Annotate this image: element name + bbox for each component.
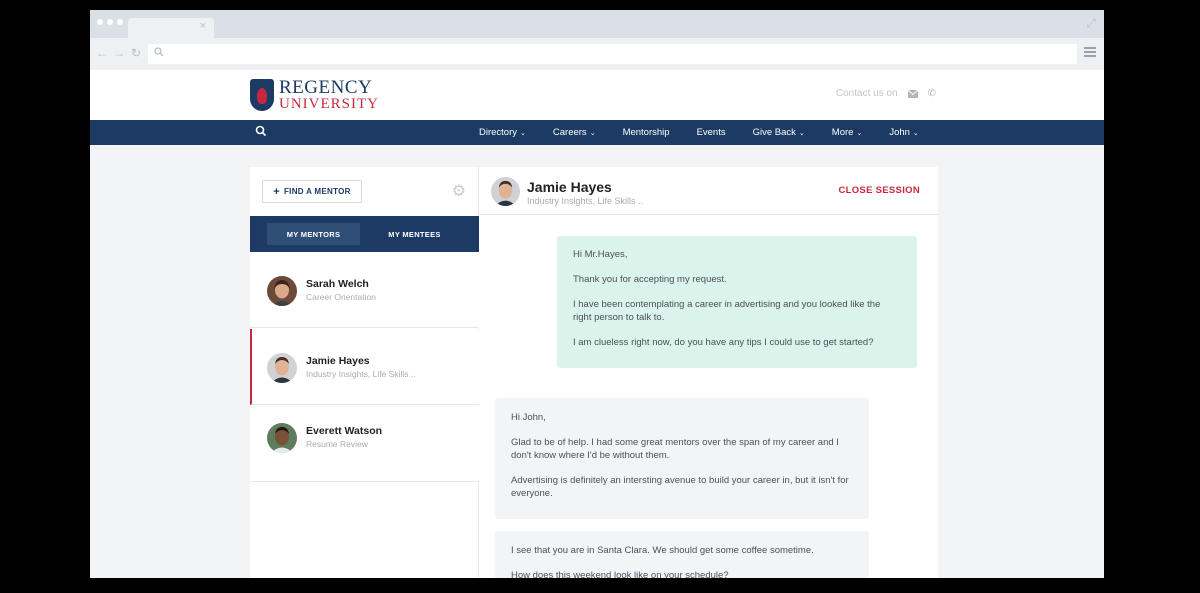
message-text: Advertising is definitely an intersting … (511, 475, 849, 499)
window-minimize-dot[interactable] (107, 19, 113, 25)
nav-item-user[interactable]: John ⌄ (889, 127, 918, 138)
nav-item-mentorship[interactable]: Mentorship (623, 127, 670, 138)
received-message-bubble: I see that you are in Santa Clara. We sh… (495, 531, 869, 578)
window-controls (97, 19, 123, 25)
message-text: I am clueless right now, do you have any… (573, 337, 874, 348)
tab-close-icon[interactable]: × (200, 20, 206, 32)
mentor-name: Everett Watson (306, 425, 383, 437)
message-text: Glad to be of help. I had some great men… (511, 437, 839, 461)
window-maximize-dot[interactable] (117, 19, 123, 25)
university-logo[interactable]: REGENCY UNIVERSITY (250, 78, 379, 112)
chevron-down-icon: ⌄ (856, 130, 863, 137)
browser-tab-bar: × ⤢ (90, 10, 1104, 38)
forward-arrow-icon[interactable]: → (113, 46, 125, 60)
sent-message-bubble: Hi Mr.Hayes, Thank you for accepting my … (557, 236, 917, 368)
browser-tab[interactable]: × (128, 18, 214, 38)
chevron-down-icon: ⌄ (912, 130, 919, 137)
avatar (491, 177, 520, 206)
chat-contact-name: Jamie Hayes (527, 179, 612, 195)
message-text: Hi John, (511, 412, 546, 423)
mentor-name: Jamie Hayes (306, 355, 370, 367)
address-bar-row: ← → ↻ (90, 38, 1104, 70)
message-text: I have been contemplating a career in ad… (573, 299, 881, 323)
tab-my-mentors[interactable]: MY MENTORS (267, 223, 360, 245)
mentor-tabs: MY MENTORS MY MENTEES (250, 216, 479, 252)
plus-icon: + (273, 185, 280, 198)
mentor-subtitle: Resume Review (306, 439, 368, 449)
browser-nav-buttons: ← → ↻ (96, 46, 142, 60)
tab-my-mentees[interactable]: MY MENTEES (368, 223, 461, 245)
url-input[interactable] (148, 44, 1077, 64)
chat-panel: Jamie Hayes Industry Insights, Life Skil… (479, 167, 938, 578)
nav-item-careers[interactable]: Careers ⌄ (553, 127, 596, 138)
contact-label: Contact us on (835, 88, 898, 99)
chevron-down-icon: ⌄ (798, 130, 805, 137)
avatar (267, 423, 297, 453)
nav-search-icon[interactable] (255, 125, 267, 137)
received-message-bubble: Hi John, Glad to be of help. I had some … (495, 398, 869, 519)
gear-icon[interactable]: ⚙ (452, 181, 466, 201)
browser-window: × ⤢ ← → ↻ REGENCY UNIVERSITY Contact us … (90, 10, 1104, 578)
expand-icon[interactable]: ⤢ (1086, 16, 1096, 31)
mentor-list-item[interactable]: Sarah Welch Career Orientation (250, 252, 479, 328)
mentor-list-item[interactable]: Everett Watson Resume Review (250, 406, 479, 482)
nav-item-more[interactable]: More ⌄ (832, 127, 863, 138)
message-text: Hi Mr.Hayes, (573, 249, 628, 260)
main-navigation: Directory ⌄ Careers ⌄ Mentorship Events Gi… (90, 120, 1104, 145)
phone-icon[interactable]: ✆ (928, 88, 936, 99)
chat-contact-subtitle: Industry Insights, Life Skills .. (527, 196, 644, 206)
search-icon (154, 47, 164, 57)
hamburger-menu-icon[interactable] (1084, 47, 1096, 57)
reload-icon[interactable]: ↻ (130, 46, 142, 60)
email-icon[interactable] (907, 89, 918, 98)
avatar (267, 276, 297, 306)
site-header: REGENCY UNIVERSITY Contact us on ✆ (90, 70, 1104, 120)
find-mentor-button[interactable]: + FIND A MENTOR (262, 180, 362, 203)
mentor-subtitle: Career Orientation (306, 292, 376, 302)
mentor-subtitle: Industry Insights, Life Skills .. (306, 369, 416, 379)
message-text: I see that you are in Santa Clara. We sh… (511, 545, 814, 556)
chevron-down-icon: ⌄ (520, 130, 526, 137)
window-close-dot[interactable] (97, 19, 103, 25)
contact-info: Contact us on ✆ (836, 88, 936, 99)
logo-text-line1: REGENCY (279, 77, 373, 98)
logo-text-line2: UNIVERSITY (279, 96, 379, 112)
chat-header: Jamie Hayes Industry Insights, Life Skil… (479, 167, 938, 215)
shield-logo-icon (250, 79, 274, 111)
nav-item-give-back[interactable]: Give Back ⌄ (753, 127, 805, 138)
nav-item-events[interactable]: Events (697, 127, 726, 138)
mentor-list-item-selected[interactable]: Jamie Hayes Industry Insights, Life Skil… (250, 329, 479, 405)
message-text: How does this weekend look like on your … (511, 570, 729, 578)
avatar (267, 353, 297, 383)
mentor-name: Sarah Welch (306, 278, 369, 290)
message-text: Thank you for accepting my request. (573, 274, 727, 285)
mentor-sidebar: + FIND A MENTOR ⚙ MY MENTORS MY MENTEES … (250, 167, 479, 578)
back-arrow-icon[interactable]: ← (96, 46, 108, 60)
nav-item-directory[interactable]: Directory ⌄ (479, 127, 526, 138)
chevron-down-icon: ⌄ (589, 130, 596, 137)
close-session-button[interactable]: CLOSE SESSION (838, 185, 920, 196)
nav-items: Directory ⌄ Careers ⌄ Mentorship Events Gi… (479, 120, 946, 145)
